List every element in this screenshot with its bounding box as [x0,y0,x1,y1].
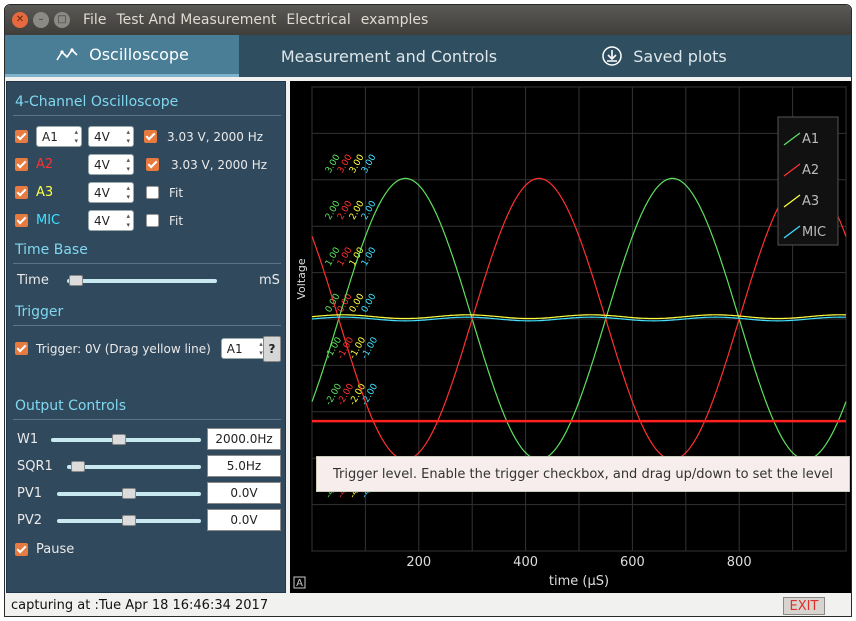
channel-mic-checkbox[interactable] [15,214,28,227]
menu-test-and-measurement[interactable]: Test And Measurement [116,12,276,28]
oscilloscope-plot[interactable]: 3.002.001.000.00-1.00-2.00-4.003.002.001… [290,81,852,593]
output-pv2-value[interactable]: 0.0V [207,509,281,531]
help-button[interactable]: ? [263,336,281,362]
trigger-checkbox[interactable] [15,342,28,355]
channel-a1-range[interactable]: 4V [88,126,134,147]
channel-mic-fit-label: Fit [169,213,184,228]
trigger-tooltip: Trigger level. Enable the trigger checkb… [316,456,850,492]
channel-row-mic: MIC 4V Fit [15,210,183,231]
channel-a2-info: 3.03 V, 2000 Hz [171,157,268,172]
output-w1-label: W1 [17,432,39,447]
tab-measurement-label: Measurement and Controls [280,46,498,66]
title-bar: ✕ – □ File Test And Measurement Electric… [5,5,851,35]
exit-button[interactable]: EXIT [783,597,825,615]
x-tick-label: 200 [406,555,431,570]
output-pv2-slider-handle[interactable] [122,515,136,526]
timebase-section-title: Time Base [15,242,88,258]
channel-a3-fit-checkbox[interactable] [146,186,159,199]
output-w1-slider-handle[interactable] [112,434,126,445]
trigger-row: Trigger: 0V (Drag yellow line) A1 [15,338,267,359]
output-pv1-slider[interactable] [57,488,201,499]
x-axis-label: time (µS) [549,574,609,589]
window-close-icon[interactable]: ✕ [12,12,28,28]
channel-a2-range[interactable]: 4V [88,154,134,175]
legend-entry-a3: A3 [802,194,819,209]
y-axis-label: Voltage [295,258,308,299]
output-w1-slider[interactable] [51,434,201,445]
timebase-slider[interactable] [67,275,217,286]
output-w1-value[interactable]: 2000.0Hz [207,428,281,450]
pause-row: Pause [15,542,74,557]
x-tick-label: 600 [620,555,645,570]
pause-label: Pause [36,542,75,557]
main-window: ✕ – □ File Test And Measurement Electric… [4,4,852,617]
channel-mic-fit-checkbox[interactable] [146,214,159,227]
legend-entry-mic: MIC [802,225,826,240]
output-sqr1-slider[interactable] [67,461,201,472]
tab-oscilloscope[interactable]: Oscilloscope [5,35,239,77]
divider [13,263,281,264]
status-text: capturing at :Tue Apr 18 16:46:34 2017 [11,598,269,613]
output-pv1-value[interactable]: 0.0V [207,482,281,504]
channel-a3-label: A3 [36,185,54,200]
oscilloscope-plot-area[interactable]: 3.002.001.000.00-1.00-2.00-4.003.002.001… [290,81,852,593]
channel-a3-range[interactable]: 4V [88,182,134,203]
time-unit: mS [259,273,280,288]
legend-entry-a1: A1 [802,132,819,147]
divider [13,325,281,326]
output-section-title: Output Controls [15,398,126,414]
trigger-label: Trigger: 0V (Drag yellow line) [36,341,211,356]
window-maximize-icon[interactable]: □ [54,12,70,28]
output-pv1-slider-handle[interactable] [122,488,136,499]
channel-a3-checkbox[interactable] [15,186,28,199]
control-panel: 4-Channel Oscilloscope A1 4V 3.03 V, 200… [6,81,286,593]
channel-a1-fit-checkbox[interactable] [144,130,157,143]
download-icon [602,46,622,66]
tab-measurement-and-controls[interactable]: Measurement and Controls [239,35,539,77]
output-sqr1-label: SQR1 [17,459,53,474]
tab-bar: Oscilloscope Measurement and Controls Sa… [5,35,851,77]
channel-a1-info: 3.03 V, 2000 Hz [167,129,264,144]
tab-saved-plots[interactable]: Saved plots [539,35,789,77]
channel-a3-fit-label: Fit [169,185,184,200]
tab-oscilloscope-label: Oscilloscope [89,45,189,64]
oscilloscope-section-title: 4-Channel Oscilloscope [15,94,179,110]
channel-a2-label: A2 [36,157,54,172]
divider [13,419,281,420]
status-bar: capturing at :Tue Apr 18 16:46:34 2017 E… [5,594,851,616]
channel-row-a1: A1 4V 3.03 V, 2000 Hz [15,126,263,147]
trigger-section-title: Trigger [15,304,64,320]
menu-file[interactable]: File [83,12,106,28]
trigger-channel-select[interactable]: A1 [220,338,267,359]
menu-examples[interactable]: examples [361,12,429,28]
timebase-slider-handle[interactable] [69,275,83,286]
pause-checkbox[interactable] [15,543,28,556]
channel-row-a2: A2 4V 3.03 V, 2000 Hz [15,154,267,175]
window-minimize-icon[interactable]: – [33,12,49,28]
menu-electrical[interactable]: Electrical [286,12,350,28]
channel-a1-checkbox[interactable] [15,130,28,143]
output-pv2-slider[interactable] [57,515,201,526]
tab-saved-plots-label: Saved plots [633,46,727,66]
output-pv1-label: PV1 [17,486,43,501]
legend-entry-a2: A2 [802,163,819,178]
channel-mic-range[interactable]: 4V [88,210,134,231]
channel-a1-select[interactable]: A1 [36,126,82,147]
output-sqr1-value[interactable]: 5.0Hz [207,455,281,477]
channel-mic-label: MIC [36,213,61,228]
channel-a2-checkbox[interactable] [15,158,28,171]
output-sqr1-slider-handle[interactable] [71,461,85,472]
x-tick-label: 800 [727,555,752,570]
menu-bar: File Test And Measurement Electrical exa… [83,12,428,28]
output-pv2-label: PV2 [17,513,43,528]
oscilloscope-icon [56,47,78,60]
time-label: Time [17,273,49,288]
x-tick-label: 400 [513,555,538,570]
channel-row-a3: A3 4V Fit [15,182,183,203]
channel-a2-fit-checkbox[interactable] [146,158,159,171]
autoscale-icon: A [296,578,303,589]
divider [13,115,281,116]
